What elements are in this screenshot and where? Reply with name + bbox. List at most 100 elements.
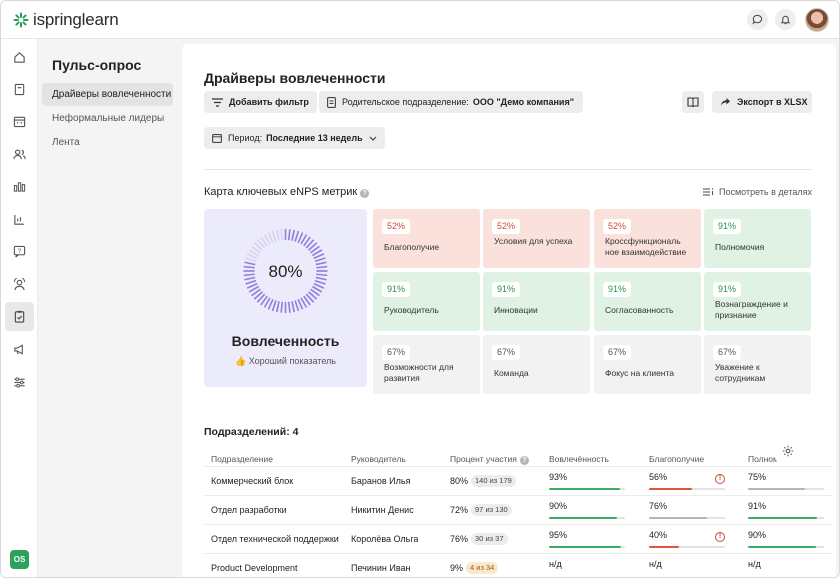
parent-unit-value: ООО "Демо компания" bbox=[472, 97, 574, 107]
sliders-icon[interactable] bbox=[9, 372, 30, 393]
wellbeing-value: 76% bbox=[649, 501, 668, 511]
view-details-label: Посмотреть в деталях bbox=[718, 187, 812, 197]
col-header-participation[interactable]: Процент участия? bbox=[450, 454, 529, 465]
notifications-button[interactable] bbox=[775, 9, 796, 30]
participation: 9% 4 из 34 bbox=[450, 562, 499, 574]
clipboard-icon[interactable] bbox=[5, 302, 34, 331]
metric-tile[interactable]: 52% Благополучие bbox=[373, 209, 480, 268]
stats-icon[interactable] bbox=[9, 176, 30, 197]
metric-tile[interactable]: 52% Кроссфункциональ ное взаимодействие bbox=[594, 209, 701, 268]
department-name: Коммерческий блок bbox=[211, 476, 294, 486]
metric-label: Условия для успеха bbox=[494, 236, 573, 246]
wellbeing-bar bbox=[649, 546, 725, 548]
table-row[interactable]: Отдел технической поддержки Королёва Ольг… bbox=[204, 524, 832, 553]
metric-tile[interactable]: 67% Возможности для развития bbox=[373, 335, 480, 394]
engagement-gauge: 80% bbox=[243, 229, 328, 313]
users-icon[interactable] bbox=[9, 144, 30, 165]
department-name: Product Development bbox=[211, 563, 298, 573]
metric-value: 67% bbox=[713, 345, 742, 360]
gauge-segment bbox=[314, 279, 326, 285]
gauge-segment bbox=[294, 230, 300, 242]
wellbeing-bar bbox=[649, 517, 725, 519]
account-badge[interactable]: OS bbox=[10, 550, 29, 569]
metric-tile[interactable]: 91% Инновации bbox=[483, 272, 590, 331]
table-row[interactable]: Отдел разработки Никитин Денис 72% 97 из 13… bbox=[204, 495, 832, 524]
metric-label: Руководитель bbox=[384, 305, 439, 315]
table-settings-button[interactable] bbox=[776, 439, 800, 463]
metric-tile[interactable]: 91% Полномочия bbox=[704, 209, 811, 268]
metric-tile[interactable]: 67% Команда bbox=[483, 335, 590, 394]
participation: 80% 140 из 179 bbox=[450, 475, 516, 487]
calendar-small-icon bbox=[212, 133, 222, 143]
metric-value: 67% bbox=[603, 345, 632, 360]
content-card: Драйверы вовлеченности Добавить фильтр Р… bbox=[182, 44, 836, 577]
participation-count: 30 из 37 bbox=[471, 533, 508, 545]
home-icon[interactable] bbox=[9, 47, 30, 68]
col-header-engagement[interactable]: Вовлечённость bbox=[549, 454, 609, 464]
metric-value: 91% bbox=[603, 282, 632, 297]
submenu-item-drivers[interactable]: Драйверы вовлеченности bbox=[42, 83, 173, 106]
authority-value: 90% bbox=[748, 530, 767, 540]
submenu-item-feed[interactable]: Лента bbox=[42, 131, 173, 154]
chart-icon[interactable] bbox=[9, 209, 30, 230]
engagement-tile[interactable]: 80% Вовлеченность 👍 Хороший показатель bbox=[204, 209, 367, 387]
authority-bar-fill bbox=[748, 517, 818, 519]
help-icon[interactable]: ? bbox=[519, 456, 529, 465]
metric-tile[interactable]: 91% Вознаграждение и признание bbox=[704, 272, 811, 331]
participation: 76% 30 из 37 bbox=[450, 533, 508, 545]
table-row[interactable]: Product Development Печинин Иван 9% 4 из 34… bbox=[204, 553, 832, 577]
col-header-manager[interactable]: Руководитель bbox=[351, 454, 406, 464]
add-filter-button[interactable]: Добавить фильтр bbox=[204, 91, 317, 113]
manager-name: Королёва Ольга bbox=[351, 534, 419, 544]
calendar-icon[interactable] bbox=[9, 111, 30, 132]
question-icon[interactable]: ? bbox=[9, 241, 30, 262]
metric-value: 91% bbox=[492, 282, 521, 297]
page-title: Драйверы вовлеченности bbox=[204, 70, 386, 86]
metric-label: Инновации bbox=[494, 305, 538, 315]
participation-count: 97 из 130 bbox=[471, 504, 512, 516]
help-icon[interactable]: ? bbox=[360, 189, 370, 198]
col-header-department[interactable]: Подразделение bbox=[211, 454, 273, 464]
svg-text:?: ? bbox=[18, 248, 22, 255]
metrics-title-text: Карта ключевых eNPS метрик bbox=[204, 186, 358, 198]
metric-tile[interactable]: 91% Согласованность bbox=[594, 272, 701, 331]
engagement-value: 95% bbox=[549, 530, 568, 540]
thumbs-up-icon: 👍 bbox=[235, 356, 247, 366]
alert-icon[interactable]: ! bbox=[715, 474, 725, 484]
parent-unit-selector[interactable]: Родительское подразделение: ООО "Демо ко… bbox=[319, 91, 583, 113]
engagement-bar bbox=[549, 488, 625, 490]
alert-icon[interactable]: ! bbox=[715, 532, 725, 542]
gauge-segment bbox=[244, 276, 256, 281]
submenu-item-leaders[interactable]: Неформальные лидеры bbox=[42, 107, 173, 130]
gauge-segment bbox=[316, 265, 328, 269]
add-filter-label: Добавить фильтр bbox=[229, 97, 309, 107]
gauge-segment bbox=[315, 276, 327, 281]
metric-tile[interactable]: 91% Руководитель bbox=[373, 272, 480, 331]
megaphone-icon[interactable] bbox=[9, 339, 30, 360]
period-selector[interactable]: Период: Последние 13 недель bbox=[204, 127, 385, 149]
metric-tile[interactable]: 67% Фокус на клиента bbox=[594, 335, 701, 394]
engagement-title: Вовлеченность bbox=[231, 333, 340, 349]
gauge-segment bbox=[275, 229, 280, 241]
metric-tile[interactable]: 52% Условия для успеха bbox=[483, 209, 590, 268]
metric-tile[interactable]: 67% Уважение к сотрудникам bbox=[704, 335, 811, 394]
metric-label: Полномочия bbox=[715, 242, 765, 252]
col-header-wellbeing[interactable]: Благополучие bbox=[649, 454, 704, 464]
metric-label: Кроссфункциональ ное взаимодействие bbox=[605, 236, 687, 257]
engagement-bar-fill bbox=[549, 517, 618, 519]
bell-icon bbox=[780, 15, 791, 25]
authority-bar bbox=[748, 517, 824, 519]
export-xlsx-button[interactable]: Экспорт в XLSX bbox=[712, 91, 812, 113]
col-header-participation-text: Процент участия bbox=[450, 454, 517, 464]
view-details-link[interactable]: Посмотреть в деталях bbox=[702, 187, 812, 197]
chat-button[interactable] bbox=[747, 9, 768, 30]
book-icon[interactable] bbox=[9, 79, 30, 100]
divider bbox=[204, 169, 812, 170]
avatar[interactable] bbox=[805, 8, 829, 32]
guide-button[interactable] bbox=[682, 91, 704, 113]
person-settings-icon[interactable] bbox=[9, 274, 30, 295]
period-value: Последние 13 недель bbox=[266, 133, 363, 143]
gauge-segment bbox=[245, 279, 257, 285]
logo[interactable]: ispringlearn bbox=[13, 10, 119, 30]
table-row[interactable]: Коммерческий блок Баранов Илья 80% 140 из 1… bbox=[204, 466, 832, 495]
